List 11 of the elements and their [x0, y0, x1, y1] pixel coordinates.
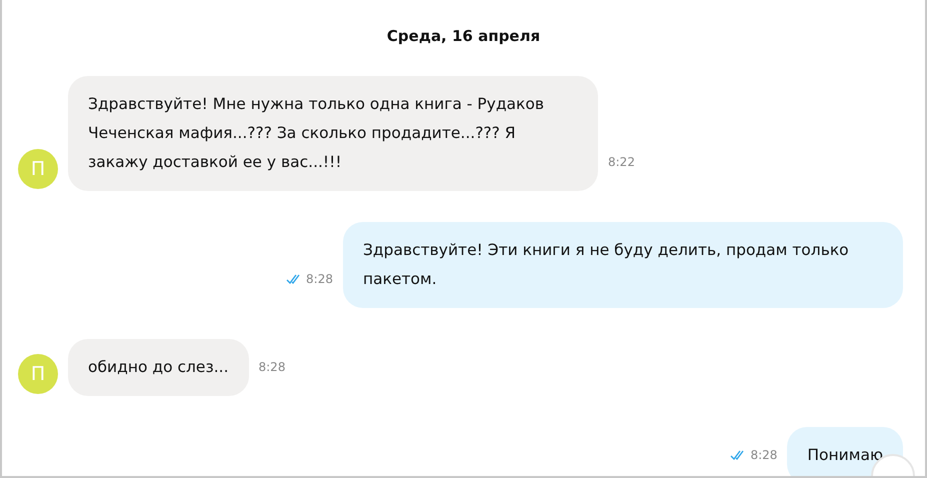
message-time: 8:28	[258, 360, 286, 374]
message-time: 8:28	[306, 272, 333, 286]
message-time: 8:28	[750, 448, 778, 462]
avatar: П	[18, 354, 58, 394]
message-bubble: Здравствуйте! Мне нужна только одна книга - Рудаков Чеченская мафия...??? За сколько продадите...??? Я закажу доставкой ее у вас...!!!	[68, 76, 598, 191]
date-header: Среда, 16 апреля	[386, 26, 542, 47]
avatar: П	[18, 149, 58, 189]
message-time: 8:22	[608, 155, 635, 169]
message-bubble: Понимаю	[787, 427, 903, 476]
message-bubble: обидно до слез...	[68, 339, 248, 396]
message-bubble: Здравствуйте! Эти книги я не буду делить, продам только пакетом.	[343, 222, 903, 308]
